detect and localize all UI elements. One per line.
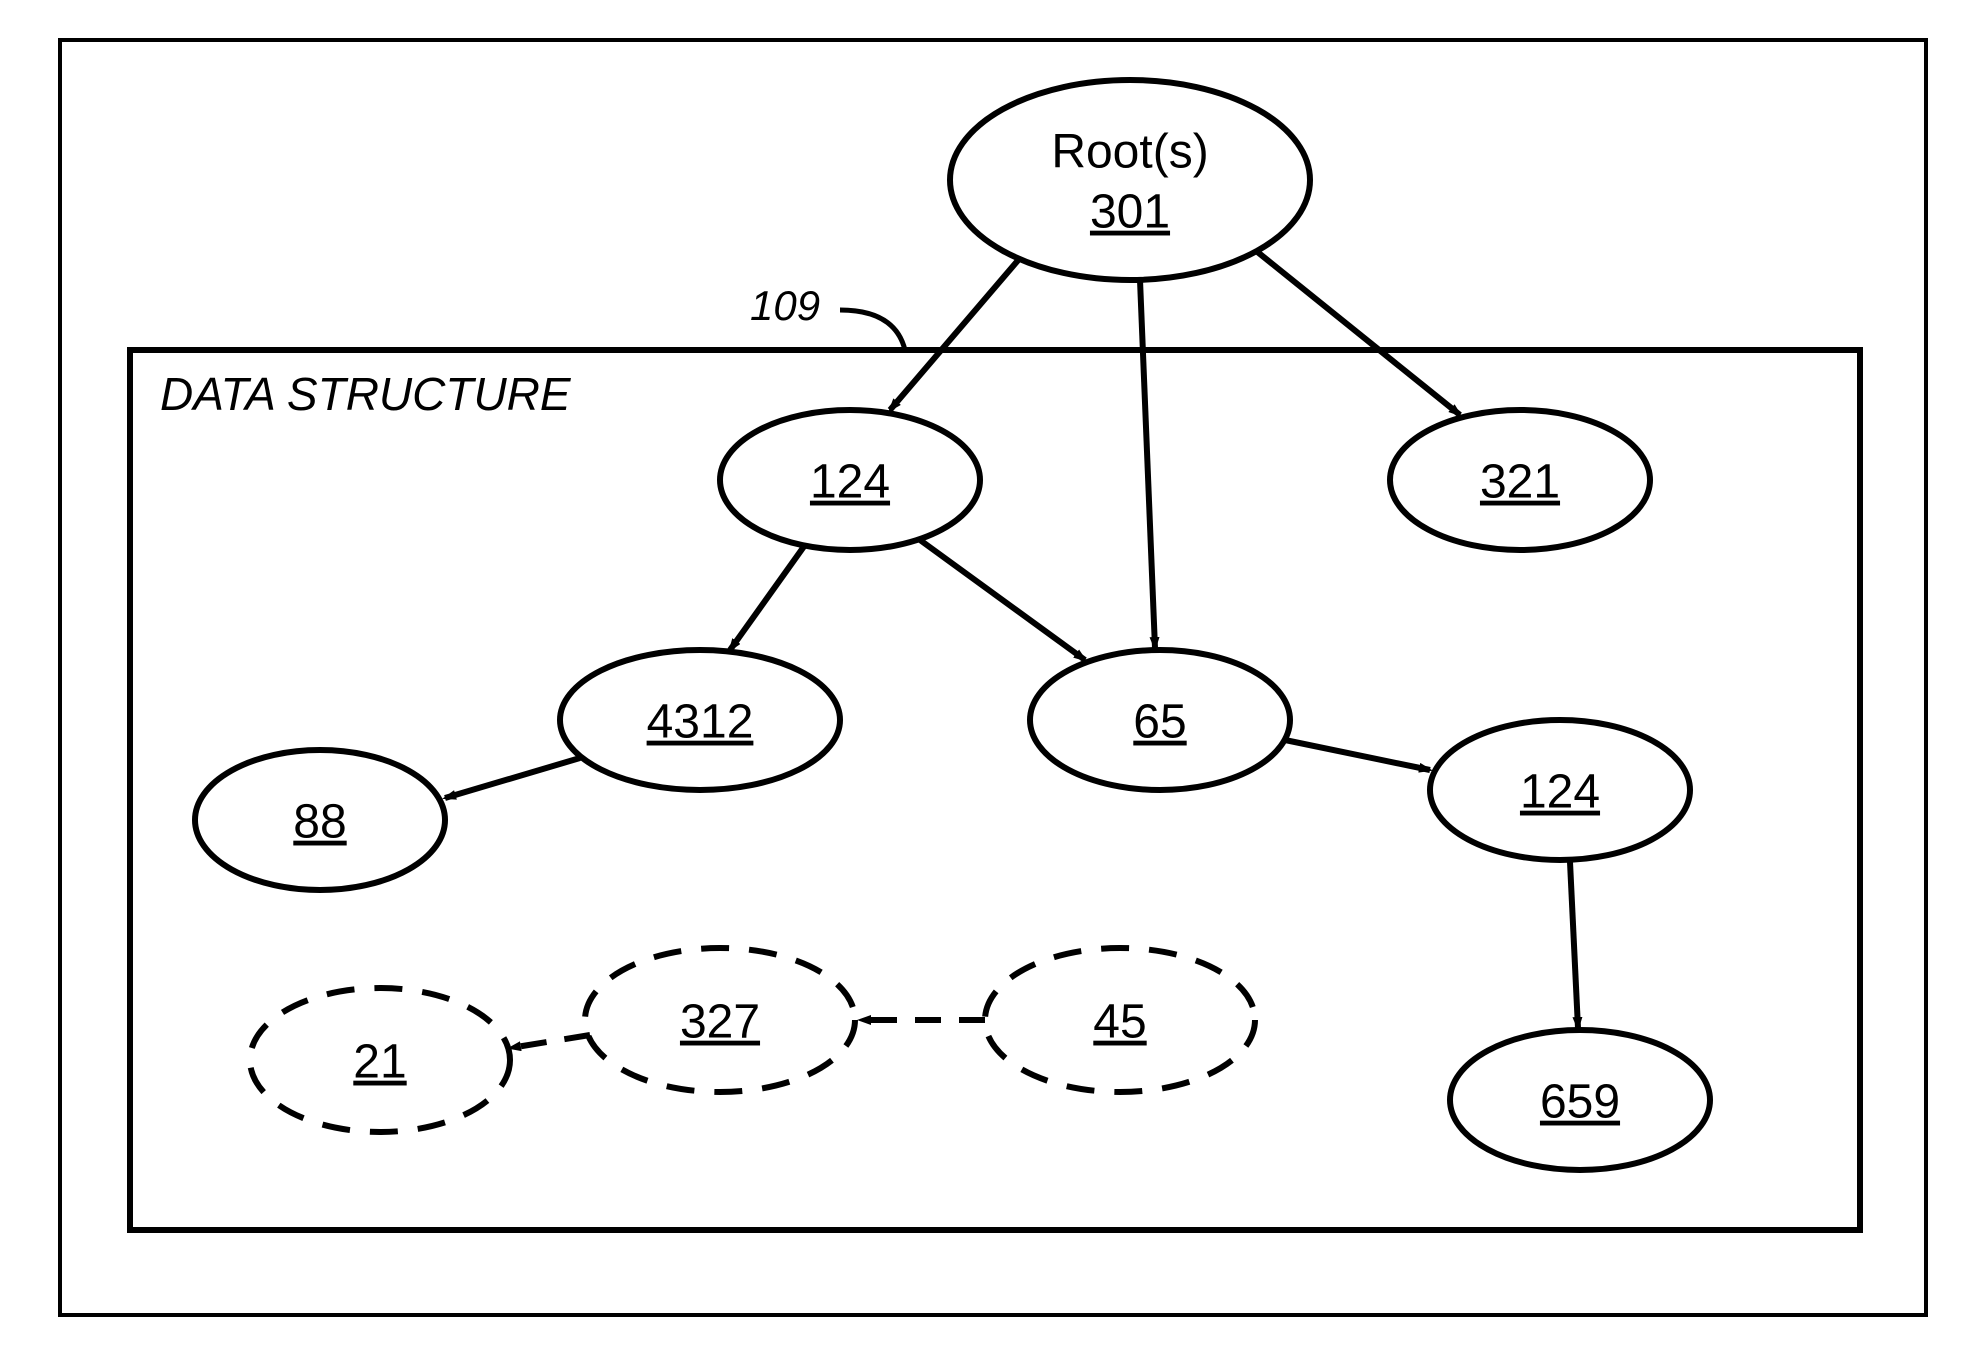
node-45: 45 <box>985 948 1255 1092</box>
root-id: 301 <box>1090 186 1170 239</box>
box-title: DATA STRUCTURE <box>160 368 572 420</box>
edge-root-321 <box>1255 250 1460 415</box>
node-65-label: 65 <box>1133 696 1186 749</box>
node-21-label: 21 <box>353 1036 406 1089</box>
node-4312-label: 4312 <box>647 696 754 749</box>
ref-leader <box>840 310 905 350</box>
node-45-label: 45 <box>1093 996 1146 1049</box>
node-124a-label: 124 <box>810 456 890 509</box>
node-327: 327 <box>585 948 855 1092</box>
node-88-label: 88 <box>293 796 346 849</box>
node-327-label: 327 <box>680 996 760 1049</box>
node-659: 659 <box>1450 1030 1710 1170</box>
node-321: 321 <box>1390 410 1650 550</box>
node-88: 88 <box>195 750 445 890</box>
node-124b-label: 124 <box>1520 766 1600 819</box>
edge-327-21 <box>510 1035 590 1048</box>
edge-65-124b <box>1285 740 1430 770</box>
edge-root-124a <box>890 258 1020 410</box>
node-21: 21 <box>250 988 510 1132</box>
node-124a: 124 <box>720 410 980 550</box>
ref-label: 109 <box>750 282 820 329</box>
diagram-canvas: DATA STRUCTURE 109 Root(s) 301 124 321 4… <box>0 0 1986 1355</box>
edge-124a-65 <box>920 540 1085 660</box>
node-4312: 4312 <box>560 650 840 790</box>
edge-124b-659 <box>1570 862 1578 1028</box>
node-321-label: 321 <box>1480 456 1560 509</box>
node-124b: 124 <box>1430 720 1690 860</box>
root-title: Root(s) <box>1051 126 1208 179</box>
edge-4312-88 <box>445 758 580 798</box>
node-65: 65 <box>1030 650 1290 790</box>
edge-124a-4312 <box>730 545 805 650</box>
node-659-label: 659 <box>1540 1076 1620 1129</box>
edge-root-65 <box>1140 280 1155 648</box>
